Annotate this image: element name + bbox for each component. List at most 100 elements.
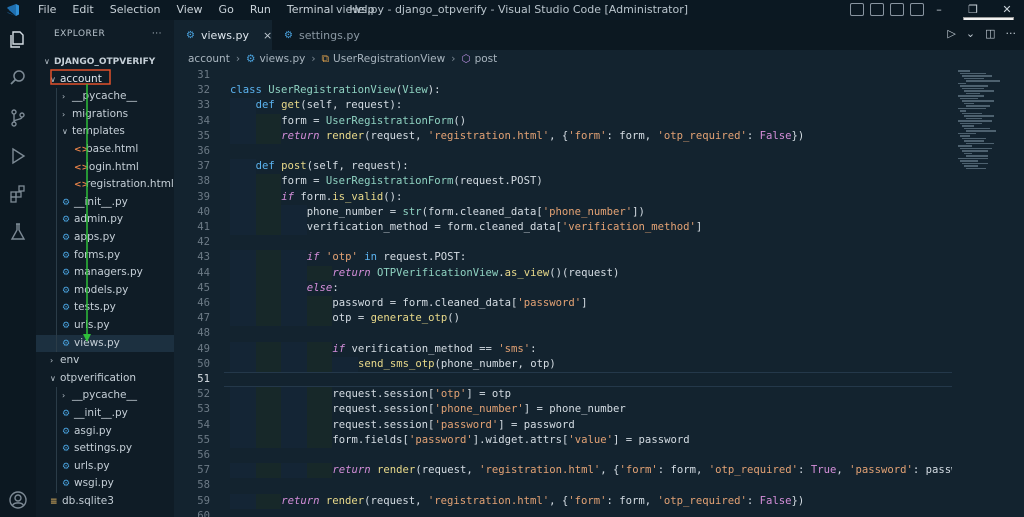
code-line[interactable]: if 'otp' in request.POST:	[307, 250, 466, 265]
tab-settings-py[interactable]: ⚙ settings.py	[272, 20, 366, 50]
minimap-line	[960, 110, 966, 112]
tree-folder[interactable]: ∨ account	[36, 71, 174, 89]
minimap-line	[958, 107, 986, 109]
code-line[interactable]: if verification_method == 'sms':	[332, 342, 536, 357]
code-line[interactable]: form = UserRegistrationForm(request.POST…	[281, 174, 543, 189]
toggle-sidebar-icon[interactable]	[850, 3, 864, 16]
code-line[interactable]: return OTPVerificationView.as_view()(req…	[332, 266, 619, 281]
code-line[interactable]: def post(self, request):	[256, 159, 409, 174]
line-number: 41	[197, 221, 210, 233]
minimap[interactable]	[952, 68, 1024, 517]
minimap-line	[960, 85, 988, 87]
split-editor-icon[interactable]: ◫	[985, 27, 995, 40]
code-line[interactable]: class UserRegistrationView(View):	[230, 83, 441, 98]
indent-guide	[230, 250, 256, 266]
py-file-icon: ⚙	[62, 215, 71, 226]
testing-icon[interactable]	[6, 220, 30, 244]
indent-guide	[230, 311, 256, 327]
chevron-right-icon[interactable]: ›	[50, 352, 60, 370]
tree-item-label: forms.py	[74, 248, 121, 261]
code-line[interactable]: return render(request, 'registration.htm…	[281, 129, 804, 144]
code-line[interactable]: else:	[307, 281, 339, 296]
code-line[interactable]: password = form.cleaned_data['password']	[332, 296, 587, 311]
extensions-icon[interactable]	[6, 182, 30, 206]
menu-item-file[interactable]: File	[30, 0, 64, 20]
py-file-icon: ⚙	[62, 285, 71, 296]
indent-guide	[230, 280, 256, 296]
code-token: : form,	[657, 464, 709, 477]
line-number: 56	[197, 449, 210, 461]
run-debug-icon[interactable]	[6, 144, 30, 168]
toggle-panel-icon[interactable]	[870, 3, 884, 16]
menu-item-terminal[interactable]: Terminal	[279, 0, 342, 20]
workspace-root[interactable]: ∨ DJANGO_OTPVERIFY	[36, 53, 174, 71]
chevron-down-icon[interactable]: ∨	[44, 53, 54, 71]
close-tab-icon[interactable]: ×	[263, 29, 272, 42]
code-line[interactable]: otp = generate_otp()	[332, 311, 460, 326]
indent-guide	[230, 296, 256, 312]
code-line[interactable]: verification_method = form.cleaned_data[…	[307, 220, 702, 235]
explorer-more-actions-icon[interactable]: ···	[152, 29, 162, 39]
breadcrumb-method[interactable]: post	[475, 53, 498, 65]
search-icon[interactable]	[6, 66, 30, 90]
code-line[interactable]: return render(request, 'registration.htm…	[332, 463, 952, 478]
minimize-button[interactable]: –	[922, 0, 956, 20]
toggle-secondary-sidebar-icon[interactable]	[890, 3, 904, 16]
minimap-line	[964, 152, 972, 154]
minimap-line	[958, 157, 988, 159]
code-line[interactable]: form = UserRegistrationForm()	[281, 114, 466, 129]
chevron-down-icon[interactable]: ∨	[50, 71, 60, 89]
code-line[interactable]: def get(self, request):	[256, 98, 403, 113]
tree-indent-guide	[56, 387, 57, 493]
source-control-icon[interactable]	[6, 106, 30, 130]
tree-file[interactable]: ≡ db.sqlite3	[36, 493, 174, 511]
menu-item-help[interactable]: Help	[341, 0, 382, 20]
code-token: ]	[581, 297, 588, 309]
python-file-icon: ⚙	[246, 53, 256, 65]
code-token: (form.cleaned_data[	[421, 205, 543, 218]
code-token: View	[402, 84, 428, 97]
menu-item-go[interactable]: Go	[211, 0, 242, 20]
line-number: 57	[197, 464, 210, 477]
chevron-down-icon[interactable]: ∨	[62, 123, 72, 141]
tree-folder[interactable]: ∨ otpverification	[36, 370, 174, 388]
line-number: 31	[197, 69, 210, 81]
breadcrumb-class[interactable]: UserRegistrationView	[333, 53, 445, 65]
breadcrumb-file[interactable]: views.py	[259, 53, 305, 65]
menu-item-view[interactable]: View	[168, 0, 210, 20]
more-actions-icon[interactable]: ···	[1006, 27, 1017, 40]
code-token: 'phone_number'	[542, 205, 633, 218]
code-editor[interactable]: 31 32 class UserRegistrationView(View): 33 d…	[174, 68, 952, 517]
chevron-right-icon[interactable]: ›	[62, 106, 72, 124]
accounts-icon[interactable]	[6, 488, 30, 512]
chevron-down-icon[interactable]: ∨	[50, 370, 60, 388]
code-line[interactable]: if form.is_valid():	[281, 190, 402, 205]
explorer-icon[interactable]	[6, 28, 30, 52]
chevron-down-icon[interactable]: ⌄	[966, 27, 975, 40]
chevron-right-icon[interactable]: ›	[62, 88, 72, 106]
tree-folder[interactable]: › env	[36, 352, 174, 370]
chevron-right-icon[interactable]: ›	[62, 387, 72, 405]
code-token: : form,	[606, 129, 658, 142]
code-token: 'otp_required'	[708, 464, 799, 477]
code-line[interactable]: phone_number = str(form.cleaned_data['ph…	[307, 205, 645, 220]
code-line[interactable]: request.session['password'] = password	[332, 418, 574, 433]
line-number: 45	[197, 281, 210, 294]
menu-item-selection[interactable]: Selection	[102, 0, 169, 20]
code-line[interactable]: request.session['otp'] = otp	[332, 387, 511, 402]
tab-views-py[interactable]: ⚙ views.py ×	[174, 20, 272, 50]
breadcrumb-folder[interactable]: account	[188, 53, 230, 65]
indent-guide	[255, 296, 282, 312]
indent-guide	[230, 220, 256, 236]
code-line[interactable]: request.session['phone_number'] = phone_…	[332, 402, 625, 417]
run-python-file-icon[interactable]: ▷	[947, 27, 955, 40]
code-token: False	[759, 129, 792, 142]
code-line[interactable]: form.fields['password'].widget.attrs['va…	[332, 433, 689, 448]
code-token: ] = password	[613, 433, 690, 446]
py-file-icon: ⚙	[62, 197, 71, 208]
code-line[interactable]: return render(request, 'registration.htm…	[281, 494, 804, 509]
tree-item-label: __init__.py	[74, 195, 128, 208]
code-line[interactable]: send_sms_otp(phone_number, otp)	[358, 357, 556, 372]
menu-item-edit[interactable]: Edit	[64, 0, 101, 20]
menu-item-run[interactable]: Run	[242, 0, 279, 20]
